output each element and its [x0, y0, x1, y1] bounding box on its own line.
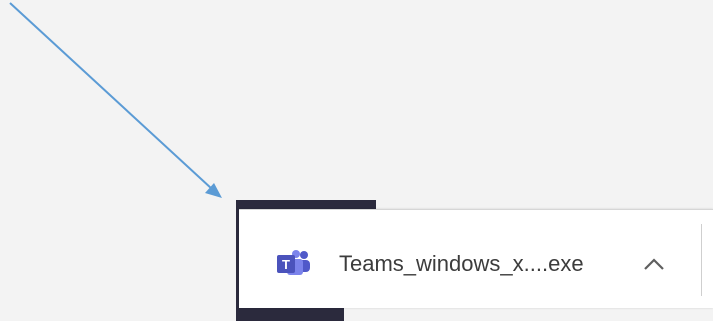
download-item-separator: [701, 224, 702, 296]
svg-text:T: T: [282, 257, 290, 272]
teams-app-icon: T: [277, 250, 311, 276]
download-item[interactable]: T Teams_windows_x....exe: [239, 220, 699, 304]
arrow-line: [9, 2, 213, 190]
download-file-name: Teams_windows_x....exe: [339, 251, 584, 276]
arrow-head: [205, 183, 222, 198]
background-window-edge: [236, 306, 344, 321]
download-bar: T Teams_windows_x....exe: [239, 209, 713, 308]
chevron-up-icon[interactable]: [639, 252, 669, 276]
